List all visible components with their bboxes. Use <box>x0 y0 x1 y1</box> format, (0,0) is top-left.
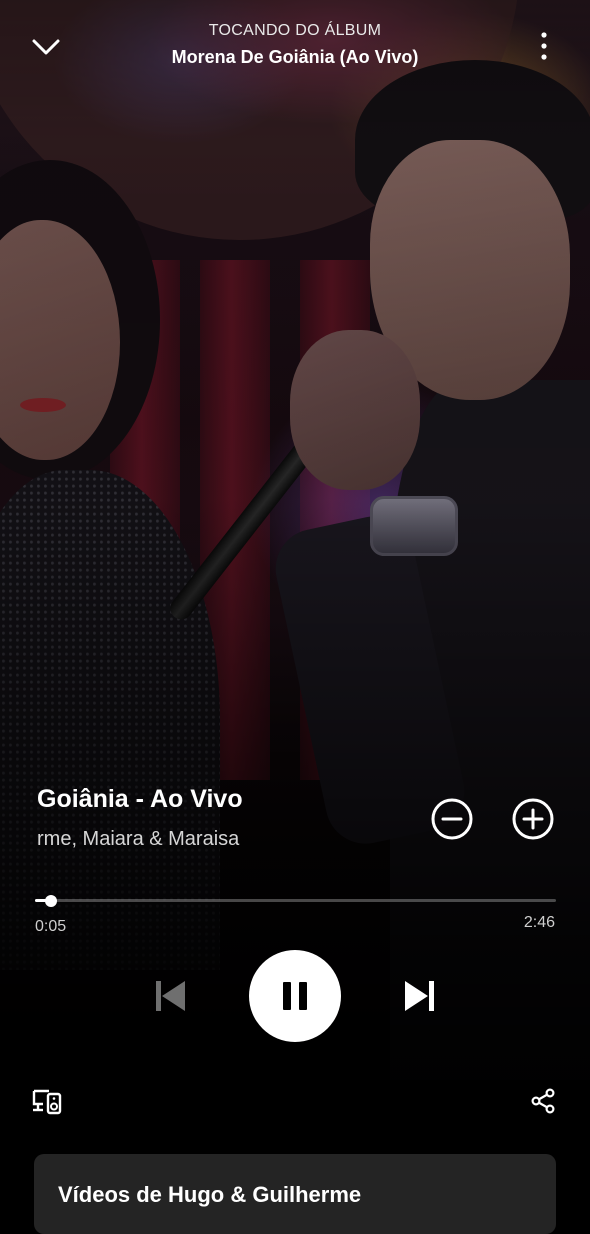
track-title[interactable]: Goiânia - Ao Vivo <box>37 785 243 814</box>
chevron-down-icon <box>32 39 60 55</box>
next-track-button[interactable] <box>398 972 442 1020</box>
progress-thumb[interactable] <box>44 895 57 907</box>
previous-track-button[interactable] <box>148 972 192 1020</box>
pause-icon <box>283 982 307 1010</box>
artist-videos-card[interactable]: Vídeos de Hugo & Guilherme <box>34 1154 556 1234</box>
skip-previous-icon <box>156 981 185 1011</box>
collapse-player-button[interactable] <box>22 26 70 68</box>
progress-track <box>35 899 556 902</box>
connect-devices-button[interactable] <box>26 1082 68 1120</box>
playback-progress-bar[interactable] <box>35 891 556 911</box>
elapsed-time: 0:05 <box>35 918 67 935</box>
add-to-library-button[interactable] <box>508 795 558 843</box>
minus-circle-icon <box>431 798 473 840</box>
remove-from-library-button[interactable] <box>428 795 476 843</box>
share-icon <box>531 1088 555 1114</box>
pause-button[interactable] <box>249 950 341 1042</box>
playing-from-label: TOCANDO DO ÁLBUM <box>208 22 382 39</box>
album-name[interactable]: Morena De Goiânia (Ao Vivo) <box>95 47 495 68</box>
more-options-button[interactable] <box>522 24 566 68</box>
skip-next-icon <box>405 981 434 1011</box>
plus-circle-icon <box>512 798 554 840</box>
player-header: TOCANDO DO ÁLBUM Morena De Goiânia (Ao V… <box>0 0 590 90</box>
more-vertical-icon <box>541 32 547 60</box>
artist-videos-title: Vídeos de Hugo & Guilherme <box>58 1182 362 1207</box>
share-button[interactable] <box>522 1082 564 1120</box>
total-time: 2:46 <box>523 914 555 931</box>
devices-icon <box>32 1089 62 1115</box>
track-artists[interactable]: rme, Maiara & Maraisa <box>37 828 239 851</box>
